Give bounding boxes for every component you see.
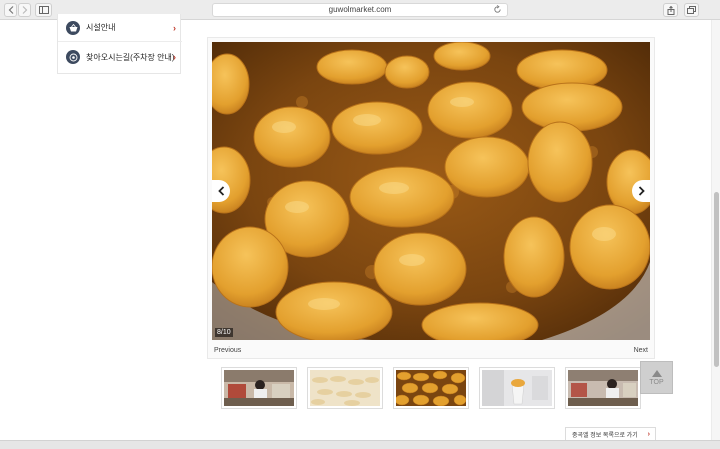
thumbnail-image: [310, 370, 380, 406]
browser-status-bar: [0, 440, 720, 449]
tabs-button[interactable]: [684, 3, 699, 17]
top-button-label: TOP: [649, 378, 664, 386]
sidebar-button[interactable]: [35, 3, 52, 17]
thumbnail-image: [568, 370, 638, 406]
next-arrow-button[interactable]: [632, 180, 650, 202]
next-link[interactable]: Next: [634, 347, 648, 354]
chevron-right-icon: ›: [173, 52, 176, 62]
url-text: guwolmarket.com: [328, 5, 392, 14]
share-icon: [667, 5, 674, 15]
forward-button[interactable]: [18, 3, 31, 17]
scroll-to-top-button[interactable]: TOP: [640, 361, 673, 394]
chevron-right-icon: [22, 6, 27, 14]
chevron-left-icon: [8, 6, 13, 14]
sidebar-icon: [38, 6, 49, 14]
gallery-main-image: 8/10: [212, 42, 650, 340]
chevron-left-icon: [217, 186, 224, 196]
thumbnail-image: [224, 370, 294, 406]
thumbnail-5[interactable]: [565, 367, 641, 409]
tabs-icon: [687, 6, 696, 14]
fried-doughnuts-photo: [212, 42, 650, 340]
back-button[interactable]: [4, 3, 17, 17]
image-counter: 8/10: [215, 328, 233, 337]
back-to-list-button[interactable]: 중곡엘 정보 목록으로 가기 ›: [565, 427, 656, 441]
share-button[interactable]: [663, 3, 678, 17]
menu-item-directions[interactable]: 찾아오시는길(주차장 안내) ›: [58, 43, 182, 71]
menu-item-facilities[interactable]: 시설안내 ›: [58, 14, 182, 42]
basket-icon: [66, 20, 80, 35]
thumbnail-4[interactable]: [479, 367, 555, 409]
thumbnail-3-active[interactable]: [393, 367, 469, 409]
photo-gallery: 8/10 Previous Next: [207, 37, 655, 359]
thumbnail-image: [482, 370, 552, 406]
menu-item-label: 찾아오시는길(주차장 안내): [86, 52, 175, 62]
previous-link[interactable]: Previous: [214, 347, 241, 354]
reload-icon[interactable]: [493, 5, 502, 14]
side-menu: 시설안내 › 찾아오시는길(주차장 안내) ›: [57, 14, 182, 74]
page-scrollbar[interactable]: [711, 20, 720, 440]
scrollbar-thumb[interactable]: [714, 192, 719, 367]
chevron-right-icon: ›: [647, 430, 650, 438]
arrow-up-icon: [651, 369, 662, 377]
back-to-list-label: 중곡엘 정보 목록으로 가기: [572, 432, 638, 439]
thumbnail-1[interactable]: [221, 367, 297, 409]
chevron-right-icon: [638, 186, 645, 196]
address-bar[interactable]: guwolmarket.com: [212, 3, 508, 17]
thumbnail-image: [396, 370, 466, 406]
chevron-right-icon: ›: [173, 22, 176, 33]
location-icon: [66, 50, 80, 64]
menu-item-label: 시설안내: [86, 23, 116, 32]
thumbnail-2[interactable]: [307, 367, 383, 409]
